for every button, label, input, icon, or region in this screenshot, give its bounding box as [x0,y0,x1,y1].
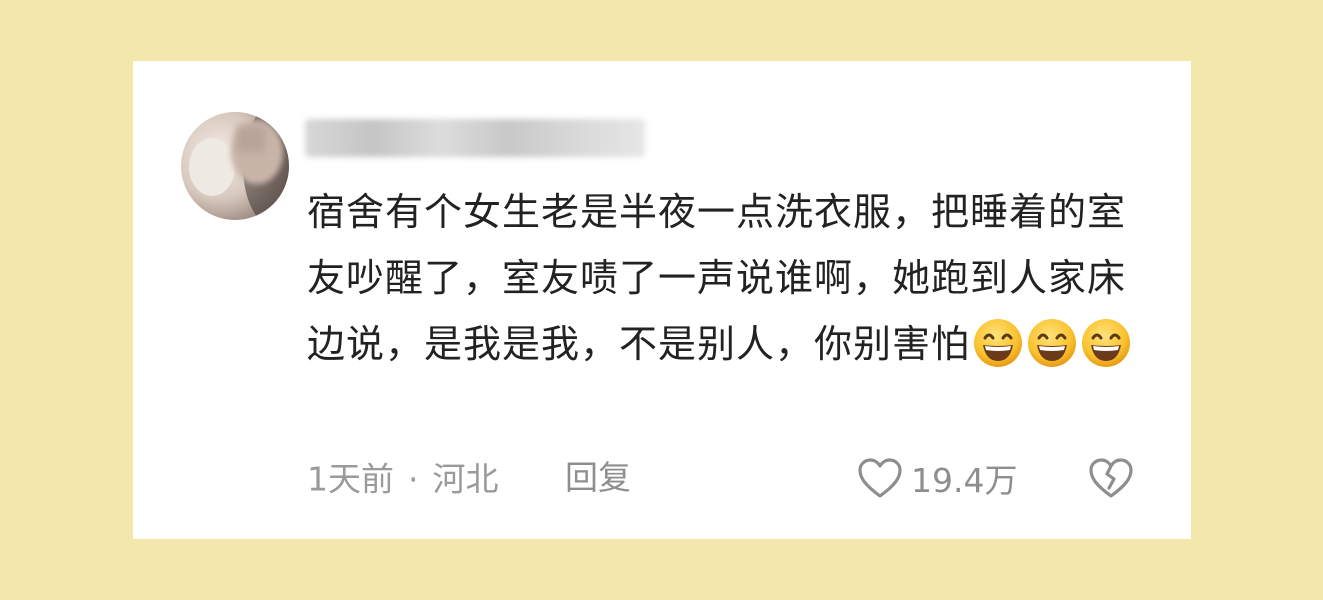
broken-heart-icon [1089,458,1133,498]
avatar[interactable] [181,112,289,220]
comment-time: 1天前 [307,459,394,499]
like-button[interactable]: 19.4万 [857,454,1017,502]
like-count: 19.4万 [911,461,1018,500]
comment-text: 宿舍有个女生老是半夜一点洗衣服，把睡着的室友吵醒了，室友啧了一声说谁啊，她跑到人… [307,179,1137,377]
reply-button[interactable]: 回复 [565,456,631,500]
username-blurred[interactable] [305,119,645,157]
comment-card: 宿舍有个女生老是半夜一点洗衣服，把睡着的室友吵醒了，室友啧了一声说谁啊，她跑到人… [133,61,1191,539]
grinning-face-emoji [974,319,1023,367]
meta-separator: · [408,459,419,499]
comment-location: 河北 [432,459,499,499]
grinning-face-emoji [1028,319,1077,367]
dislike-button[interactable] [1088,457,1134,503]
grinning-face-emoji [1082,319,1131,367]
heart-icon [858,458,902,498]
comment-meta: 1天前 · 河北 [307,456,499,500]
